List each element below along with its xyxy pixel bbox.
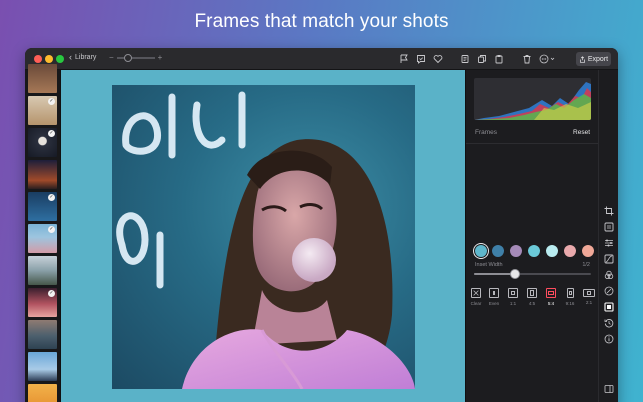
frame-color-swatch-4[interactable] xyxy=(528,245,540,257)
minimize-window-button[interactable] xyxy=(45,55,53,63)
frame-color-swatch-5[interactable] xyxy=(546,245,558,257)
ratio-label: Clear xyxy=(470,301,482,306)
frames-icon[interactable] xyxy=(604,302,614,312)
back-label: Library xyxy=(75,54,97,61)
frame-color-swatch-7[interactable] xyxy=(582,245,594,257)
frame-color-swatch-1[interactable] xyxy=(475,245,487,257)
framed-photo[interactable] xyxy=(112,85,415,389)
close-window-button[interactable] xyxy=(34,55,42,63)
sliders-icon[interactable] xyxy=(604,238,614,248)
zoom-out-icon[interactable]: − xyxy=(109,53,114,62)
thumbnail-sand-dunes[interactable]: ✓ xyxy=(28,96,57,125)
inset-width-value: 1/2 xyxy=(582,262,590,268)
duplicate-icon[interactable] xyxy=(477,54,487,64)
sidebar-toggle-icon[interactable] xyxy=(604,384,614,394)
thumbnail-beach-cliff[interactable] xyxy=(28,64,57,93)
ratio-label: 4:5 xyxy=(528,301,536,306)
ratio-option-clear[interactable]: Clear xyxy=(468,288,484,306)
crop-icon[interactable] xyxy=(604,206,614,216)
more-icon[interactable] xyxy=(539,54,557,64)
marketing-headline: Frames that match your shots xyxy=(194,11,449,32)
app-window: ‹ Library − + Export ✓ ✓ ✓ ✓ ✓ Frames Re… xyxy=(25,48,618,402)
frame-landscape-icon xyxy=(546,288,556,298)
tool-rail xyxy=(598,70,618,402)
thumbnail-mountain-snow[interactable] xyxy=(28,256,57,285)
photo-canvas[interactable] xyxy=(61,70,465,402)
zoom-slider[interactable] xyxy=(116,53,155,62)
curves-icon[interactable] xyxy=(604,254,614,264)
copy-icon[interactable] xyxy=(460,54,470,64)
check-icon: ✓ xyxy=(48,194,55,201)
frame-portrait-icon xyxy=(527,288,537,298)
share-icon xyxy=(579,55,585,63)
ratio-option-even[interactable]: Even xyxy=(486,288,502,306)
thumbnail-zoom-control: − + xyxy=(109,53,162,62)
histogram xyxy=(474,78,591,120)
thumbnail-mountain-lake[interactable] xyxy=(28,320,57,349)
ratio-option-1-1[interactable]: 1:1 xyxy=(505,288,521,306)
frames-section-header: Frames Reset xyxy=(466,128,599,144)
check-icon: ✓ xyxy=(48,226,55,233)
frame-even-icon xyxy=(489,288,499,298)
chevron-left-icon: ‹ xyxy=(69,52,72,62)
frames-section-title: Frames xyxy=(475,129,498,136)
effects-icon[interactable] xyxy=(604,286,614,296)
frame-tall-icon xyxy=(566,288,574,298)
thumbnail-desert[interactable] xyxy=(28,384,57,402)
flag-icon[interactable] xyxy=(399,54,409,64)
ratio-label: Even xyxy=(488,301,500,306)
frame-wide-icon xyxy=(583,289,595,297)
photo-image xyxy=(116,91,415,389)
ratio-option-5-4[interactable]: 5:4 xyxy=(543,288,559,306)
ratio-option-2-1[interactable]: 2:1 xyxy=(581,288,597,305)
check-icon: ✓ xyxy=(48,130,55,137)
thumbnail-man-sky[interactable] xyxy=(28,352,57,381)
inset-width-slider[interactable] xyxy=(474,269,591,279)
check-icon: ✓ xyxy=(48,98,55,105)
title-bar: ‹ Library − + Export xyxy=(25,48,618,70)
history-icon[interactable] xyxy=(604,318,614,328)
compare-icon[interactable] xyxy=(416,54,426,64)
export-label: Export xyxy=(587,55,609,63)
histogram-chart xyxy=(474,82,591,120)
trash-icon[interactable] xyxy=(522,54,532,64)
inset-width-label: Inset Width xyxy=(475,262,503,268)
ratio-label: 5:4 xyxy=(547,301,555,306)
frame-color-swatch-3[interactable] xyxy=(510,245,522,257)
ratio-label: 1:1 xyxy=(509,301,517,306)
thumbnail-neon-portrait[interactable]: ✓ xyxy=(28,192,57,221)
ratio-label: 9:16 xyxy=(565,301,575,306)
ratio-option-4-5[interactable]: 4:5 xyxy=(524,288,540,306)
frame-color-swatch-6[interactable] xyxy=(564,245,576,257)
color-mix-icon[interactable] xyxy=(604,270,614,280)
frame-color-swatch-2[interactable] xyxy=(492,245,504,257)
zoom-in-icon[interactable]: + xyxy=(158,53,163,62)
zoom-slider-knob[interactable] xyxy=(123,53,132,62)
thumbnail-bubblegum-portrait[interactable]: ✓ xyxy=(28,288,57,317)
ratio-option-9-16[interactable]: 9:16 xyxy=(562,288,578,306)
thumbnail-woman-sky[interactable]: ✓ xyxy=(28,224,57,253)
clear-icon xyxy=(471,288,481,298)
ratio-label: 2:1 xyxy=(585,300,593,305)
heart-icon[interactable] xyxy=(433,54,443,64)
inset-width-slider-knob[interactable] xyxy=(509,269,520,279)
inspector-panel: Frames Reset Inset Width 1/2 Clear Even … xyxy=(465,70,599,402)
frame-square-icon xyxy=(508,288,518,298)
inset-width-slider-fill xyxy=(474,273,515,275)
export-button[interactable]: Export xyxy=(576,52,611,66)
thumbnail-person-sunset[interactable] xyxy=(28,160,57,189)
paste-icon[interactable] xyxy=(494,54,504,64)
info-icon[interactable] xyxy=(604,334,614,344)
filmstrip: ✓ ✓ ✓ ✓ ✓ xyxy=(25,64,61,402)
back-to-library-button[interactable]: ‹ Library xyxy=(69,53,96,62)
zoom-window-button[interactable] xyxy=(56,55,64,63)
reset-button[interactable]: Reset xyxy=(573,129,590,136)
adjust-icon[interactable] xyxy=(604,222,614,232)
check-icon: ✓ xyxy=(48,290,55,297)
thumbnail-moon-night[interactable]: ✓ xyxy=(28,128,57,157)
